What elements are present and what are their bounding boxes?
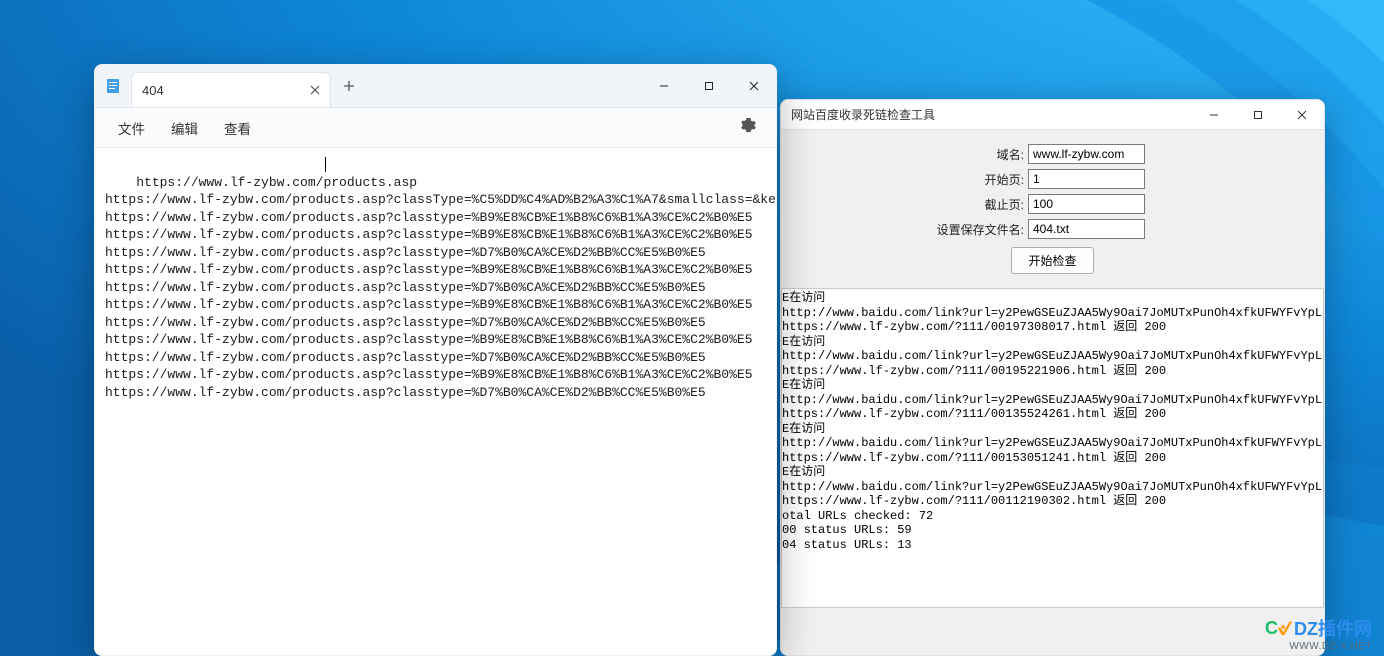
minimize-button[interactable] <box>641 65 686 107</box>
notepad-text-area[interactable]: https://www.lf-zybw.com/products.asp htt… <box>95 148 776 444</box>
close-button[interactable] <box>1280 100 1324 130</box>
close-icon <box>310 85 320 95</box>
tool-log-output[interactable]: E在访问 http://www.baidu.com/link?url=y2Pew… <box>781 288 1324 608</box>
watermark-url: WWW.DZ-X.NET <box>1289 641 1372 652</box>
notepad-window: 404 文件 编辑 查看 https:// <box>94 64 777 656</box>
notepad-tab[interactable]: 404 <box>131 72 331 107</box>
notepad-menubar: 文件 编辑 查看 <box>95 108 776 148</box>
tab-close-button[interactable] <box>310 82 320 99</box>
minimize-button[interactable] <box>1192 100 1236 130</box>
tool-titlebar[interactable]: 网站百度收录死链检查工具 <box>781 100 1324 130</box>
notepad-content-text: https://www.lf-zybw.com/products.asp htt… <box>105 175 776 400</box>
notepad-titlebar[interactable]: 404 <box>95 65 776 108</box>
deadlink-checker-window: 网站百度收录死链检查工具 域名: 开始页: 截止页: 设置保存文件名: 开始检查 <box>780 99 1325 656</box>
gear-icon <box>741 118 756 133</box>
menu-file[interactable]: 文件 <box>105 113 158 143</box>
close-button[interactable] <box>731 65 776 107</box>
domain-label: 域名: <box>801 146 1028 163</box>
settings-button[interactable] <box>731 113 766 142</box>
plus-icon <box>343 80 355 92</box>
new-tab-button[interactable] <box>331 65 367 107</box>
start-page-label: 开始页: <box>801 171 1028 188</box>
start-page-input[interactable] <box>1028 169 1145 189</box>
minimize-icon <box>1209 110 1219 120</box>
notepad-app-icon <box>95 65 131 107</box>
maximize-icon <box>1253 110 1263 120</box>
tool-form: 域名: 开始页: 截止页: 设置保存文件名: 开始检查 <box>781 130 1324 288</box>
menu-view[interactable]: 查看 <box>211 113 264 143</box>
savefile-input[interactable] <box>1028 219 1145 239</box>
domain-input[interactable] <box>1028 144 1145 164</box>
end-page-label: 截止页: <box>801 196 1028 213</box>
close-icon <box>1297 110 1307 120</box>
savefile-label: 设置保存文件名: <box>801 221 1028 238</box>
menu-edit[interactable]: 编辑 <box>158 113 211 143</box>
text-cursor <box>325 157 326 172</box>
maximize-button[interactable] <box>1236 100 1280 130</box>
watermark-logo: C୰DZ插件网 <box>1265 615 1372 641</box>
start-check-button[interactable]: 开始检查 <box>1011 247 1093 274</box>
watermark: C୰DZ插件网 WWW.DZ-X.NET <box>1265 615 1372 652</box>
tool-title: 网站百度收录死链检查工具 <box>791 106 1192 123</box>
close-icon <box>749 81 759 91</box>
minimize-icon <box>659 81 669 91</box>
maximize-icon <box>704 81 714 91</box>
end-page-input[interactable] <box>1028 194 1145 214</box>
maximize-button[interactable] <box>686 65 731 107</box>
notepad-tab-title: 404 <box>142 83 310 98</box>
